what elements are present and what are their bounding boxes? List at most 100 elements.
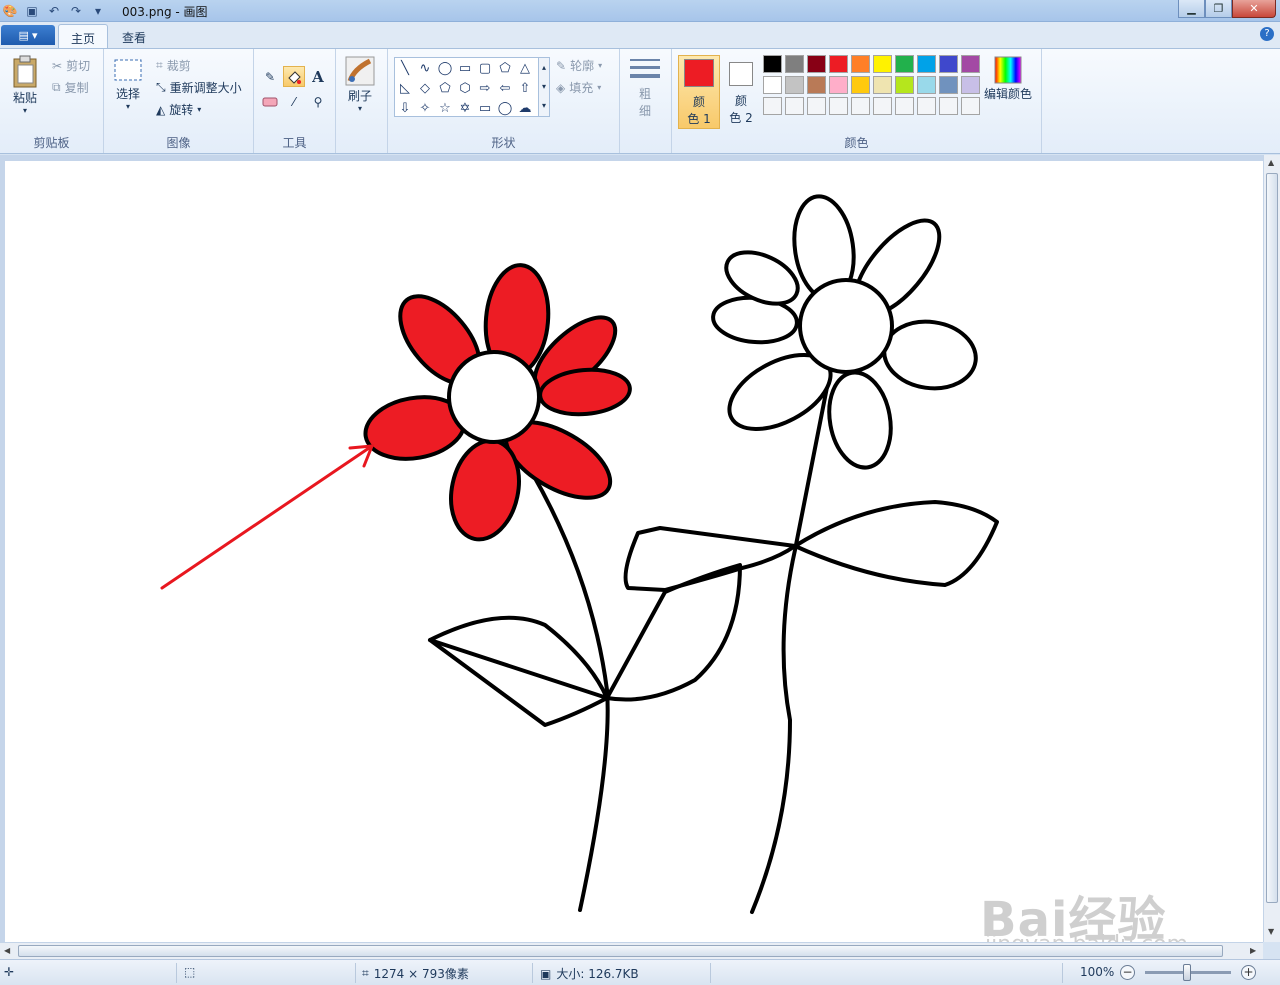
palette-swatch[interactable]: [829, 97, 848, 115]
palette-swatch[interactable]: [763, 76, 782, 94]
outline-button[interactable]: ✎ 轮廓 ▾: [556, 57, 602, 74]
image-dimensions: ⌗ 1274 × 793像素: [362, 965, 469, 982]
vertical-scroll-thumb[interactable]: [1266, 173, 1278, 903]
palette-swatch[interactable]: [961, 76, 980, 94]
palette-swatch[interactable]: [939, 76, 958, 94]
resize-button[interactable]: ⤡ 重新调整大小: [156, 79, 242, 96]
palette-swatch[interactable]: [917, 76, 936, 94]
palette-swatch[interactable]: [939, 55, 958, 73]
four-point-star-shape-icon[interactable]: ✧: [415, 98, 435, 118]
polygon-shape-icon[interactable]: ⬠: [495, 58, 515, 78]
color1-button[interactable]: 颜 色 1: [678, 55, 720, 129]
color-picker-icon[interactable]: ⁄: [283, 91, 305, 112]
save-icon[interactable]: ▣: [24, 3, 40, 19]
palette-swatch[interactable]: [785, 97, 804, 115]
horizontal-scrollbar[interactable]: ◀ ▶: [0, 942, 1263, 959]
redo-icon[interactable]: ↷: [68, 3, 84, 19]
rect-callout-shape-icon[interactable]: ▭: [475, 98, 495, 118]
down-arrow-shape-icon[interactable]: ⇩: [395, 98, 415, 118]
horizontal-scroll-thumb[interactable]: [18, 945, 1223, 957]
paint-app-icon[interactable]: 🎨: [2, 3, 18, 19]
crop-button[interactable]: ⌗ 裁剪: [156, 57, 191, 74]
six-point-star-shape-icon[interactable]: ✡: [455, 98, 475, 118]
size-button[interactable]: 粗 细: [628, 55, 662, 119]
palette-swatch[interactable]: [939, 97, 958, 115]
palette-swatch[interactable]: [873, 76, 892, 94]
clipboard-group-label: 剪贴板: [33, 136, 70, 150]
rotate-button[interactable]: ◭ 旋转 ▾: [156, 101, 201, 118]
close-button[interactable]: ✕: [1232, 0, 1276, 18]
scroll-down-icon[interactable]: ▼: [1268, 927, 1274, 936]
cut-button[interactable]: ✂ 剪切: [52, 57, 90, 74]
diamond-shape-icon[interactable]: ◇: [415, 78, 435, 98]
palette-swatch[interactable]: [807, 76, 826, 94]
customize-qat-icon[interactable]: ▾: [90, 3, 106, 19]
up-arrow-shape-icon[interactable]: ⇧: [515, 78, 535, 98]
scroll-up-icon[interactable]: ▲: [1268, 158, 1274, 167]
pentagon-shape-icon[interactable]: ⬠: [435, 78, 455, 98]
palette-swatch[interactable]: [917, 97, 936, 115]
edit-colors-button[interactable]: 编辑颜色: [984, 55, 1032, 102]
help-icon[interactable]: ?: [1260, 27, 1274, 41]
palette-swatch[interactable]: [873, 97, 892, 115]
pencil-icon[interactable]: ✎: [259, 66, 281, 87]
minimize-button[interactable]: ▁: [1178, 0, 1205, 18]
vertical-scrollbar[interactable]: ▲ ▼: [1263, 155, 1280, 942]
palette-swatch[interactable]: [807, 97, 826, 115]
fill-button[interactable]: ◈ 填充 ▾: [556, 79, 601, 96]
palette-swatch[interactable]: [763, 55, 782, 73]
line-shape-icon[interactable]: ╲: [395, 58, 415, 78]
copy-button[interactable]: ⧉ 复制: [52, 79, 89, 96]
brushes-button[interactable]: 刷子 ▾: [344, 55, 376, 113]
palette-swatch[interactable]: [785, 55, 804, 73]
palette-swatch[interactable]: [851, 97, 870, 115]
palette-swatch[interactable]: [895, 97, 914, 115]
palette-swatch[interactable]: [851, 55, 870, 73]
palette-swatch[interactable]: [851, 76, 870, 94]
tab-home[interactable]: 主页: [58, 24, 109, 48]
palette-swatch[interactable]: [829, 55, 848, 73]
palette-swatch[interactable]: [961, 55, 980, 73]
five-point-star-shape-icon[interactable]: ☆: [435, 98, 455, 118]
eraser-icon[interactable]: [259, 91, 281, 112]
text-icon[interactable]: A: [307, 66, 329, 87]
zoom-slider-thumb[interactable]: [1183, 964, 1191, 981]
palette-swatch[interactable]: [763, 97, 782, 115]
zoom-out-button[interactable]: −: [1120, 965, 1135, 980]
zoom-in-button[interactable]: +: [1241, 965, 1256, 980]
select-button[interactable]: 选择 ▾: [112, 55, 144, 111]
oval-shape-icon[interactable]: ◯: [435, 58, 455, 78]
left-arrow-shape-icon[interactable]: ⇦: [495, 78, 515, 98]
scroll-right-icon[interactable]: ▶: [1250, 946, 1256, 955]
scroll-left-icon[interactable]: ◀: [4, 946, 10, 955]
restore-button[interactable]: ❐: [1205, 0, 1232, 18]
palette-swatch[interactable]: [829, 76, 848, 94]
palette-swatch[interactable]: [807, 55, 826, 73]
right-triangle-shape-icon[interactable]: ◺: [395, 78, 415, 98]
right-arrow-shape-icon[interactable]: ⇨: [475, 78, 495, 98]
paste-button[interactable]: 粘贴 ▾: [10, 55, 40, 115]
oval-callout-shape-icon[interactable]: ◯: [495, 98, 515, 118]
curve-shape-icon[interactable]: ∿: [415, 58, 435, 78]
palette-swatch[interactable]: [873, 55, 892, 73]
triangle-shape-icon[interactable]: △: [515, 58, 535, 78]
undo-icon[interactable]: ↶: [46, 3, 62, 19]
app-menu-button[interactable]: ▤ ▾: [1, 25, 55, 45]
palette-swatch[interactable]: [917, 55, 936, 73]
palette-swatch[interactable]: [895, 76, 914, 94]
rounded-rectangle-shape-icon[interactable]: ▢: [475, 58, 495, 78]
palette-swatch[interactable]: [961, 97, 980, 115]
rectangle-shape-icon[interactable]: ▭: [455, 58, 475, 78]
right-stem: [750, 370, 832, 914]
cloud-callout-shape-icon[interactable]: ☁: [515, 98, 535, 118]
shapes-gallery[interactable]: ╲ ∿ ◯ ▭ ▢ ⬠ △ ◺ ◇ ⬠ ⬡ ⇨ ⇦ ⇧ ⇩ ✧ ☆ ✡ ▭ ◯: [394, 57, 550, 117]
palette-swatch[interactable]: [895, 55, 914, 73]
fill-icon[interactable]: [283, 66, 305, 87]
hexagon-shape-icon[interactable]: ⬡: [455, 78, 475, 98]
tab-view[interactable]: 查看: [110, 24, 158, 48]
drawing-canvas[interactable]: [5, 161, 1263, 942]
color2-button[interactable]: 颜 色 2: [720, 55, 762, 129]
shapes-scroll[interactable]: ▴ ▾ ▾: [538, 57, 550, 117]
magnifier-icon[interactable]: ⚲: [307, 91, 329, 112]
palette-swatch[interactable]: [785, 76, 804, 94]
